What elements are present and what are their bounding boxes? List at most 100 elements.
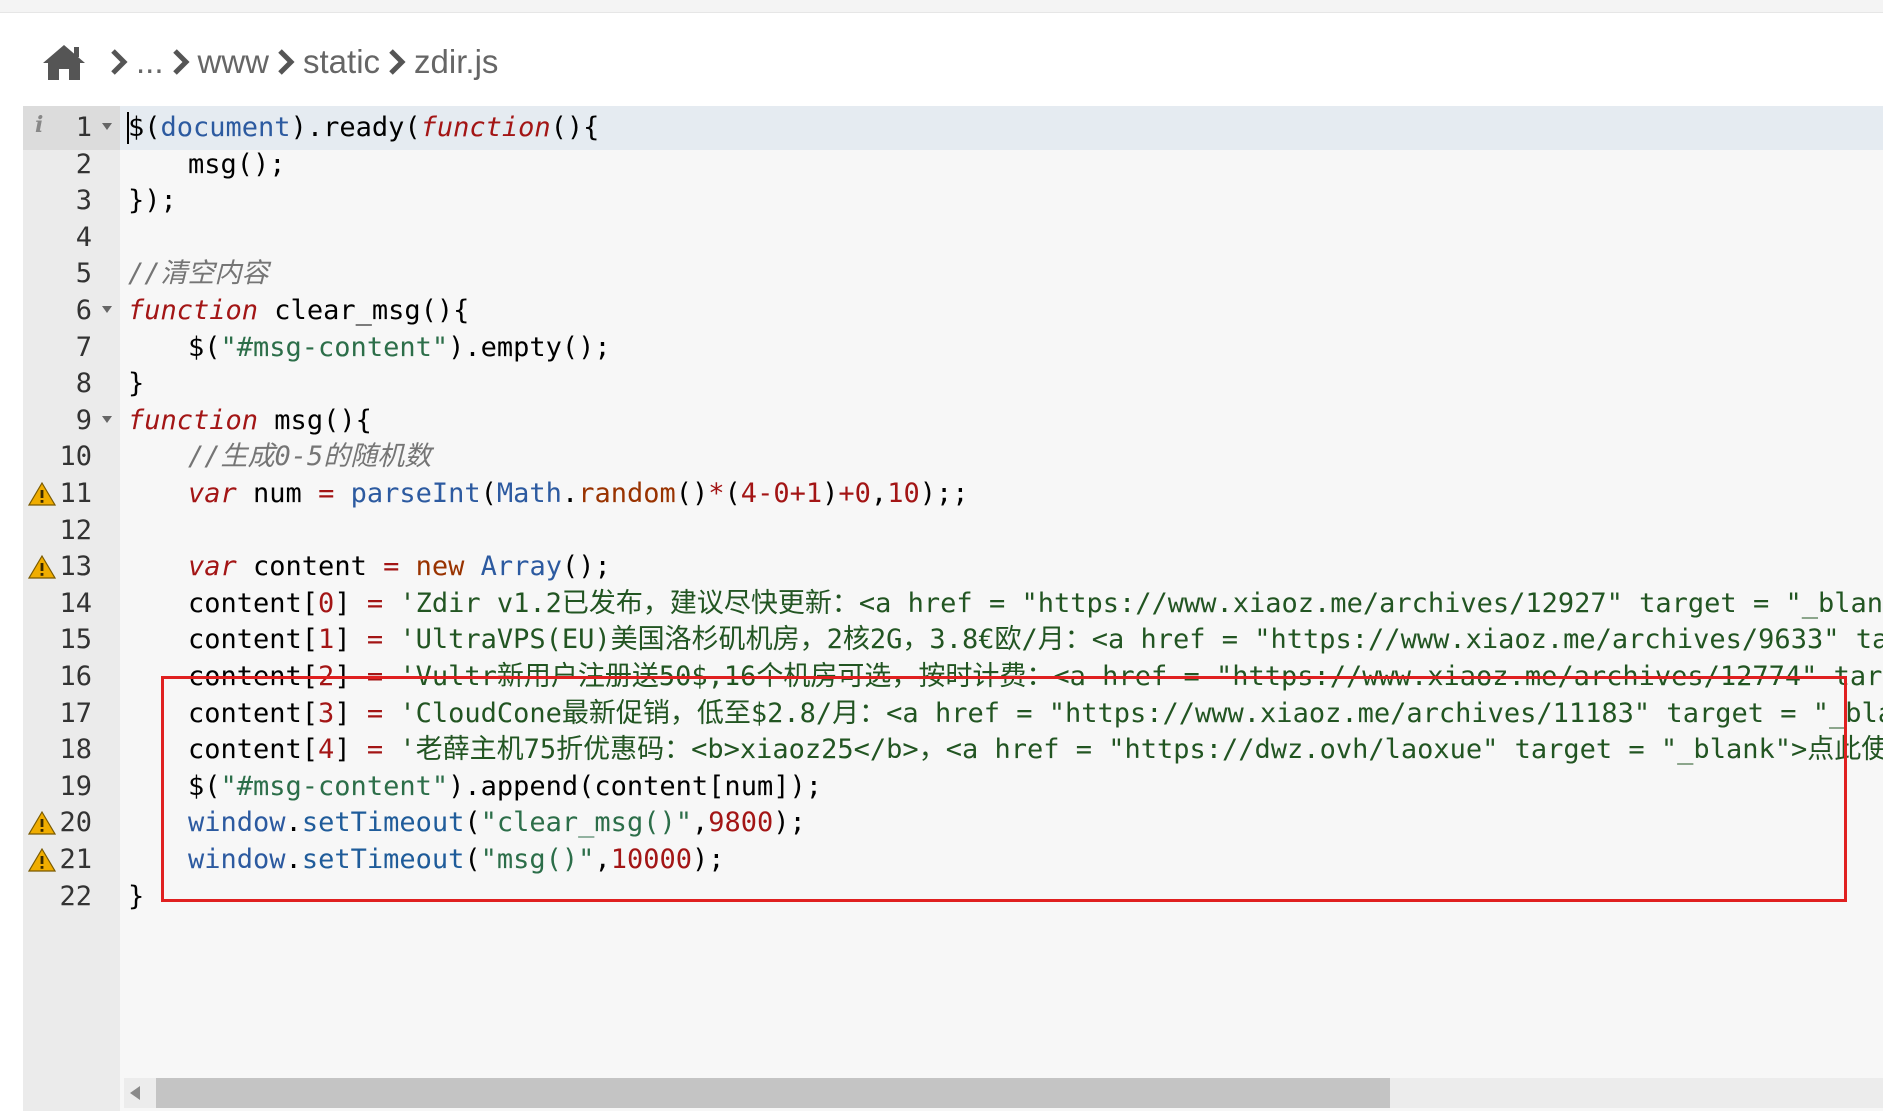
code-token: (){ [550,112,600,143]
code-token: clear_msg(){ [258,295,470,326]
breadcrumb-current-file: zdir.js [414,43,499,80]
text-cursor [127,112,129,144]
code-token: . [285,807,302,839]
code-token: }); [128,185,177,217]
code-token: - [757,478,774,509]
code-token: ) [822,478,839,509]
code-token: . [285,844,302,875]
code-token: //清空内容 [128,258,269,290]
warning-icon[interactable] [28,847,56,873]
code-token: 9800 [708,807,774,839]
code-token: new [415,551,465,583]
code-token: window [188,844,286,875]
scroll-left-arrow-icon[interactable] [130,1086,140,1100]
line-number: 22 [59,880,92,912]
code-token: = [383,551,400,583]
breadcrumb-item-www[interactable]: www [198,43,270,81]
code-token: ] [334,697,367,729]
breadcrumb: ... www static zdir.js [40,36,498,88]
code-token: Math [496,478,562,509]
code-token: + [789,478,806,509]
code-token: content[ [188,661,319,692]
info-icon[interactable]: i [35,112,43,138]
home-icon[interactable] [40,41,88,83]
code-token: } [128,880,145,912]
warning-icon[interactable] [28,810,56,836]
warning-icon[interactable] [28,481,56,507]
code-token: window [188,807,286,839]
code-token: ( [724,478,741,509]
code-token: ); [691,844,725,875]
code-token: //生成0-5的随机数 [188,441,432,473]
code-token: function [420,112,551,143]
code-token: );; [919,478,969,509]
warning-icon[interactable] [28,554,56,580]
fold-toggle-icon[interactable] [102,415,112,423]
code-line-text: } [128,875,144,919]
code-token: parseInt [350,478,481,509]
code-token: ).append(content[num]); [448,770,822,802]
code-token: ( [464,844,481,875]
code-token: 1 [805,478,823,509]
scrollbar-thumb[interactable] [156,1078,1390,1108]
gutter-line-22: 22 [23,875,120,919]
chevron-right-icon [389,49,406,75]
fold-toggle-icon[interactable] [102,123,112,130]
code-token: Array [480,551,562,583]
chevron-right-icon [172,49,190,75]
breadcrumb-item-static[interactable]: static [303,43,380,81]
code-token: = [366,661,384,692]
code-token: content[ [188,734,319,766]
code-token: "#msg-content" [220,331,449,363]
code-token: 10000 [610,844,692,875]
code-token: 'UltraVPS(EU)美国洛杉矶机房，2核2G，3.8€欧/月：<a hre… [383,624,1883,656]
code-token: = [366,624,384,656]
code-token: document [160,112,291,143]
code-token: 2 [318,661,335,692]
code-token: msg(){ [258,404,372,436]
code-token: ( [464,807,481,839]
code-area[interactable]: $(document).ready(function(){msg();});//… [120,106,1883,1111]
code-token: '老薛主机75折优惠码：<b>xiaoz25</b>，<a href = "ht… [383,734,1883,766]
code-token: 1 [318,624,335,656]
code-token: 3 [318,697,335,729]
code-token: content[ [188,697,319,729]
code-token: = [366,734,384,766]
code-line-22[interactable]: } [120,875,1883,919]
code-token: + [838,478,855,509]
code-token: = [366,587,384,619]
code-token: ).empty(); [448,331,611,363]
code-token: ( [480,478,497,509]
code-token: "msg()" [480,844,595,875]
code-token: 4 [318,734,335,766]
horizontal-scrollbar[interactable] [124,1078,1883,1108]
breadcrumb-ellipsis[interactable]: ... [136,43,164,81]
chevron-right-icon [278,49,295,75]
line-number-gutter: i 1 2 3 4 5 6 7 8 9 10 11 12 13 14 15 16 17 18 19 20 21 22 [23,106,120,1111]
code-token: = [318,478,335,509]
code-token: 'CloudCone最新促销，低至$2.8/月：<a href = "https… [383,697,1883,729]
fold-toggle-icon[interactable] [102,306,112,313]
top-bar [0,0,1883,13]
code-token: 0 [318,587,335,619]
code-token: ); [773,807,806,839]
code-token: () [675,478,709,509]
code-token: function [128,404,259,436]
code-token: content [236,551,384,583]
code-token: , [594,844,611,875]
code-token: random [578,478,676,509]
code-token: } [128,368,145,400]
code-editor[interactable]: i 1 2 3 4 5 6 7 8 9 10 11 12 13 14 15 16 17 18 19 20 21 22 $(d… [23,106,1883,1111]
code-token: = [366,697,384,729]
code-token: 4 [740,478,758,509]
code-token: var [188,551,237,583]
code-token: ).ready( [290,112,421,143]
code-token: content[ [188,587,319,619]
code-token: , [691,807,709,839]
code-token: 'Zdir v1.2已发布，建议尽快更新：<a href = "https://… [383,587,1883,619]
code-token: ] [334,587,367,619]
code-token: msg(); [188,148,286,180]
code-token: ] [334,624,367,656]
